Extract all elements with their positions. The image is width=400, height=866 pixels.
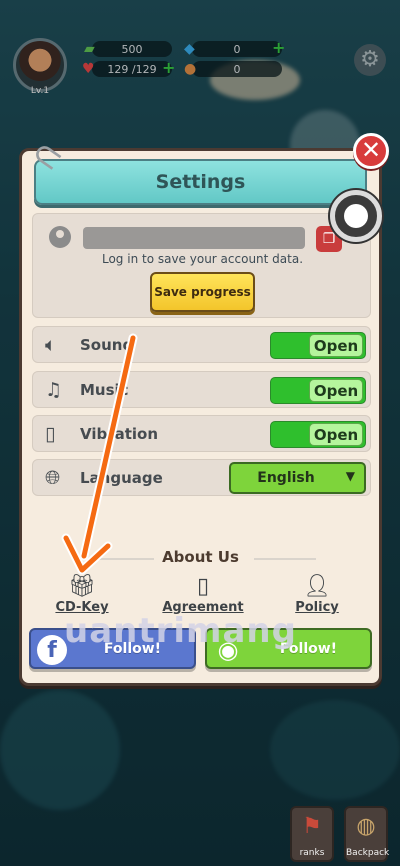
account-section: ❐ Log in to save your account data. Save… <box>32 213 371 318</box>
gift-icon: 🎁︎ <box>68 574 96 599</box>
login-note: Log in to save your account data. <box>101 252 304 266</box>
music-label: Music <box>80 381 129 399</box>
music-row: ♫ Music Open <box>32 371 371 408</box>
ranks-button[interactable]: ⚑ ranks <box>290 806 334 862</box>
ranks-label: ranks <box>299 848 325 858</box>
facebook-icon: f <box>37 635 67 665</box>
vibration-row: ▯ Vibration Open <box>32 415 371 452</box>
backpack-button[interactable]: ◍ Backpack <box>344 806 390 862</box>
vibration-icon: ▯ <box>45 423 56 445</box>
sound-row: 🔈︎ Sound Open <box>32 326 371 363</box>
user-icon <box>49 226 71 248</box>
sound-toggle-state: Open <box>309 334 363 357</box>
settings-panel: Settings ⊂ ✕ ❐ Log in to save your accou… <box>19 131 389 686</box>
language-row: 🌐︎ Language English ▼ <box>32 459 371 496</box>
music-toggle[interactable]: Open <box>270 377 366 404</box>
speaker-icon: 🔈︎ <box>45 334 57 356</box>
cd-key-link[interactable]: 🎁︎ CD-Key <box>52 574 112 615</box>
music-toggle-state: Open <box>309 379 363 402</box>
music-note-icon: ♫ <box>45 379 63 401</box>
backpack-icon: ◍ <box>356 814 376 839</box>
vibration-toggle-state: Open <box>309 423 363 446</box>
flag-icon: ⚑ <box>302 814 322 839</box>
vibration-toggle[interactable]: Open <box>270 421 366 448</box>
policy-link[interactable]: 👤︎ Policy <box>287 574 347 615</box>
language-dropdown[interactable]: English ▼ <box>229 462 366 494</box>
watermark: uantrimang <box>64 611 297 651</box>
vibration-label: Vibration <box>80 425 159 443</box>
globe-icon: 🌐︎ <box>45 467 61 489</box>
account-id-field <box>83 227 305 249</box>
about-us-title: About Us <box>162 548 239 566</box>
language-label: Language <box>80 469 163 487</box>
language-value: English <box>257 470 315 486</box>
backpack-label: Backpack <box>346 848 390 858</box>
sound-toggle[interactable]: Open <box>270 332 366 359</box>
document-icon: ▯ <box>196 574 210 599</box>
chevron-down-icon: ▼ <box>345 469 355 483</box>
sound-label: Sound <box>80 336 134 354</box>
settings-header: Settings <box>34 159 367 205</box>
floating-record-button[interactable] <box>330 190 382 242</box>
close-button[interactable]: ✕ <box>353 133 389 169</box>
save-progress-button[interactable]: Save progress <box>150 272 255 312</box>
agreement-link[interactable]: ▯ Agreement <box>160 574 246 615</box>
settings-title: Settings <box>155 171 246 193</box>
person-icon: 👤︎ <box>303 574 331 599</box>
